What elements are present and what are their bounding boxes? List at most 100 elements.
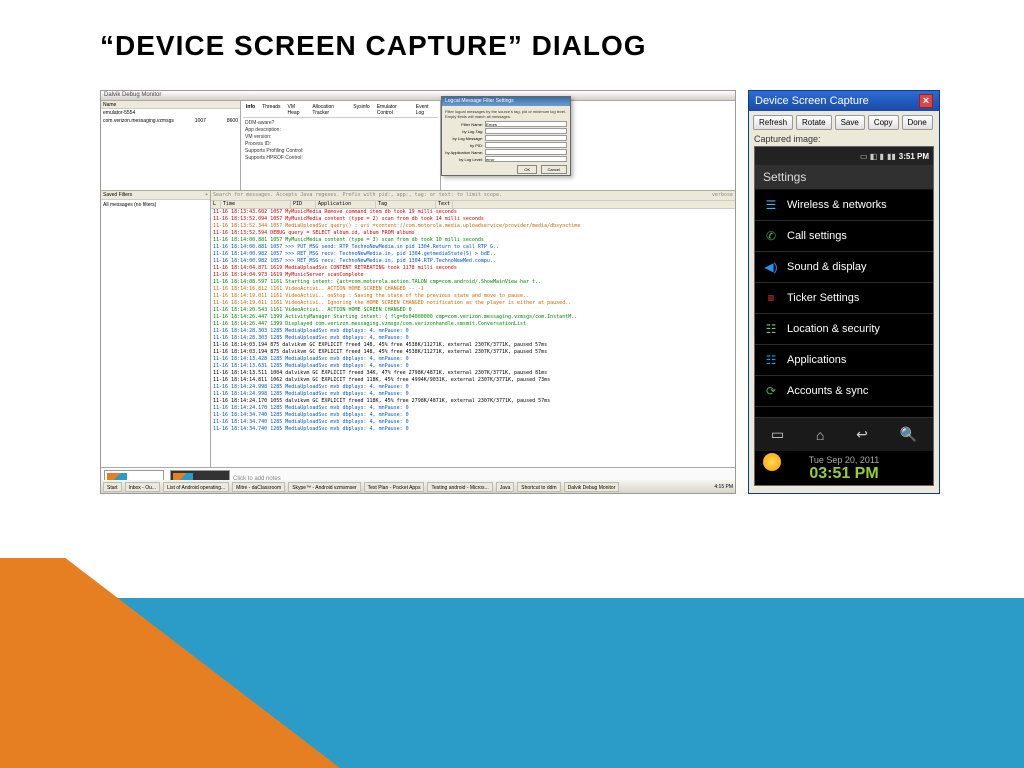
- close-icon[interactable]: ×: [919, 94, 933, 108]
- taskbar-item[interactable]: Shortcut to ddm: [517, 482, 560, 492]
- info-tab[interactable]: Allocation Tracker: [310, 104, 348, 116]
- info-row: VM version:: [245, 134, 436, 141]
- log-row[interactable]: 11-16 18:14:13.631 1285 MediaUploadSvc m…: [211, 363, 735, 370]
- dsc-save-button[interactable]: Save: [835, 115, 865, 130]
- captured-image-label: Captured image:: [749, 134, 939, 144]
- taskbar-item[interactable]: Inbox - Ou...: [125, 482, 161, 492]
- log-row[interactable]: 11-16 18:14:24.170 1055 dalvikvm GC EXPL…: [211, 398, 735, 405]
- settings-item[interactable]: ☷Location & security: [755, 314, 933, 345]
- log-row[interactable]: 11-16 18:14:14.811 1062 dalvikvm GC EXPL…: [211, 377, 735, 384]
- log-row[interactable]: 11-16 18:14:24.170 1285 MediaUploadSvc m…: [211, 405, 735, 412]
- filter-all-messages[interactable]: All messages (no filters): [101, 200, 210, 210]
- settings-item-icon: ☰: [763, 197, 779, 213]
- log-row[interactable]: 11-16 18:14:19.011 1161 VideoActivi.. on…: [211, 293, 735, 300]
- log-row[interactable]: 11-16 18:14:13.511 1004 dalvikvm GC EXPL…: [211, 370, 735, 377]
- log-row[interactable]: 11-16 18:13:52.344 1057 MediaUploadSvc q…: [211, 223, 735, 230]
- back-icon[interactable]: ↩: [856, 426, 868, 443]
- log-row[interactable]: 11-16 18:14:24.998 1285 MediaUploadSvc m…: [211, 384, 735, 391]
- taskbar-item[interactable]: Start: [103, 482, 122, 492]
- log-column-header[interactable]: Tag: [376, 201, 436, 208]
- settings-item[interactable]: ⟳Accounts & sync: [755, 376, 933, 407]
- taskbar-item[interactable]: Skype™ - Android vzmsmser: [288, 482, 360, 492]
- settings-item-icon: ≡: [763, 290, 779, 306]
- info-tab[interactable]: Sysinfo: [351, 104, 371, 116]
- taskbar-item[interactable]: List of Android operating...: [163, 482, 229, 492]
- log-row[interactable]: 11-16 18:14:19.011 1161 VideoActivi.. Ig…: [211, 300, 735, 307]
- filter-field-input[interactable]: [485, 128, 567, 134]
- log-row[interactable]: 11-16 18:14:24.998 1285 MediaUploadSvc m…: [211, 391, 735, 398]
- log-row[interactable]: 11-16 18:14:26.447 1399 ActivityManager …: [211, 314, 735, 321]
- taskbar-item[interactable]: Mitre - daClassroom: [232, 482, 285, 492]
- log-row[interactable]: 11-16 18:13:43.602 1057 MyMusicMedia Rem…: [211, 209, 735, 216]
- log-row[interactable]: 11-16 18:14:34.740 1285 MediaUploadSvc m…: [211, 419, 735, 426]
- log-row[interactable]: 11-16 18:14:16.812 1161 VideoActivi.. AC…: [211, 286, 735, 293]
- log-row[interactable]: 11-16 18:14:00.881 1057 >>> PUT_MSG send…: [211, 244, 735, 251]
- info-tab[interactable]: Event Log: [414, 104, 437, 116]
- settings-item-icon: ☷: [763, 321, 779, 337]
- log-search-input[interactable]: Search for messages. Accepts Java regexe…: [213, 192, 502, 199]
- settings-item[interactable]: ≡Ticker Settings: [755, 283, 933, 314]
- dsc-refresh-button[interactable]: Refresh: [753, 115, 793, 130]
- log-row[interactable]: 11-16 18:14:08.597 1161 Starting intent:…: [211, 279, 735, 286]
- log-row[interactable]: 11-16 18:14:26.447 1399 Displayed com.ve…: [211, 321, 735, 328]
- log-level-select[interactable]: verbose: [712, 192, 733, 199]
- info-row: Supports Profiling Control:: [245, 148, 436, 155]
- log-row[interactable]: 11-16 18:14:03.194 875 dalvikvm GC EXPLI…: [211, 349, 735, 356]
- info-row: Process ID:: [245, 141, 436, 148]
- log-row[interactable]: 11-16 18:14:13.428 1285 MediaUploadSvc m…: [211, 356, 735, 363]
- log-column-header[interactable]: Text: [436, 201, 453, 208]
- log-row[interactable]: 11-16 18:14:04.973 1619 MyMusicServer sc…: [211, 272, 735, 279]
- filter-field-label: Filter Name:: [445, 122, 485, 127]
- home-icon[interactable]: ⌂: [816, 427, 824, 443]
- taskbar-item[interactable]: Testing android - Micros...: [427, 482, 492, 492]
- dsc-copy-button[interactable]: Copy: [868, 115, 899, 130]
- dsc-rotate-button[interactable]: Rotate: [796, 115, 832, 130]
- log-row[interactable]: 11-16 18:14:03.194 875 dalvikvm GC EXPLI…: [211, 342, 735, 349]
- filter-field-input[interactable]: [485, 149, 567, 155]
- menu-icon[interactable]: ▭: [771, 426, 784, 443]
- log-row[interactable]: 11-16 18:14:00.982 1057 >>> RET_MSG recv…: [211, 258, 735, 265]
- dsc-done-button[interactable]: Done: [902, 115, 933, 130]
- taskbar-item[interactable]: Java: [496, 482, 515, 492]
- settings-item[interactable]: ✆Call settings: [755, 221, 933, 252]
- filter-ok-button[interactable]: OK: [517, 165, 537, 174]
- log-row[interactable]: 11-16 18:14:00.881 1057 MyMusicMedia con…: [211, 237, 735, 244]
- info-tab[interactable]: Threads: [260, 104, 282, 116]
- filter-field-input[interactable]: [485, 142, 567, 148]
- settings-item[interactable]: ☰Wireless & networks: [755, 190, 933, 221]
- log-row[interactable]: 11-16 18:13:52.094 1057 MyMusicMedia con…: [211, 216, 735, 223]
- info-tab[interactable]: VM Heap: [286, 104, 308, 116]
- filter-field-label: by Log Level:: [445, 157, 485, 162]
- log-column-header[interactable]: Time: [221, 201, 291, 208]
- log-column-header[interactable]: PID: [291, 201, 316, 208]
- ddms-titlebar: Dalvik Debug Monitor: [101, 91, 735, 101]
- info-row: Supports HPROF Control:: [245, 155, 436, 162]
- add-filter-icon[interactable]: +: [205, 192, 208, 198]
- filter-field-input[interactable]: [485, 156, 567, 162]
- search-icon[interactable]: 🔍: [900, 426, 917, 443]
- log-row[interactable]: 11-16 18:14:28.303 1285 MediaUploadSvc m…: [211, 335, 735, 342]
- filter-field-input[interactable]: [485, 121, 567, 127]
- log-row[interactable]: 11-16 18:14:34.740 1285 MediaUploadSvc m…: [211, 412, 735, 419]
- filter-field-input[interactable]: [485, 135, 567, 141]
- log-row[interactable]: 11-16 18:13:52.594 DEBUG query = SELECT …: [211, 230, 735, 237]
- log-row[interactable]: 11-16 18:14:34.740 1285 MediaUploadSvc m…: [211, 426, 735, 433]
- device-row[interactable]: emulator-5554: [101, 109, 240, 117]
- log-row[interactable]: 11-16 18:14:20.543 1161 VideoActivi.. AC…: [211, 307, 735, 314]
- android-header: Settings: [755, 165, 933, 190]
- process-row[interactable]: com.verizon.messaging.vzmsgs10078600: [101, 117, 240, 125]
- log-column-header[interactable]: Application: [316, 201, 376, 208]
- settings-item[interactable]: ◀)Sound & display: [755, 252, 933, 283]
- log-row[interactable]: 11-16 18:14:04.871 1619 MediaUploadSvc C…: [211, 265, 735, 272]
- info-tab[interactable]: Info: [244, 104, 257, 116]
- taskbar-item[interactable]: Test Plan - Pocket Apps: [364, 482, 425, 492]
- log-row[interactable]: 11-16 18:14:28.303 1285 MediaUploadSvc m…: [211, 328, 735, 335]
- battery-icon: ▮▮: [887, 152, 896, 161]
- log-row[interactable]: 11-16 18:14:00.982 1057 >>> RET_MSG recv…: [211, 251, 735, 258]
- filter-field-label: by Log Message:: [445, 136, 485, 141]
- log-column-header[interactable]: L: [211, 201, 221, 208]
- filter-cancel-button[interactable]: Cancel: [541, 165, 567, 174]
- taskbar-item[interactable]: Dalvik Debug Monitor: [564, 482, 620, 492]
- settings-item[interactable]: ☷Applications: [755, 345, 933, 376]
- info-tab[interactable]: Emulator Control: [375, 104, 411, 116]
